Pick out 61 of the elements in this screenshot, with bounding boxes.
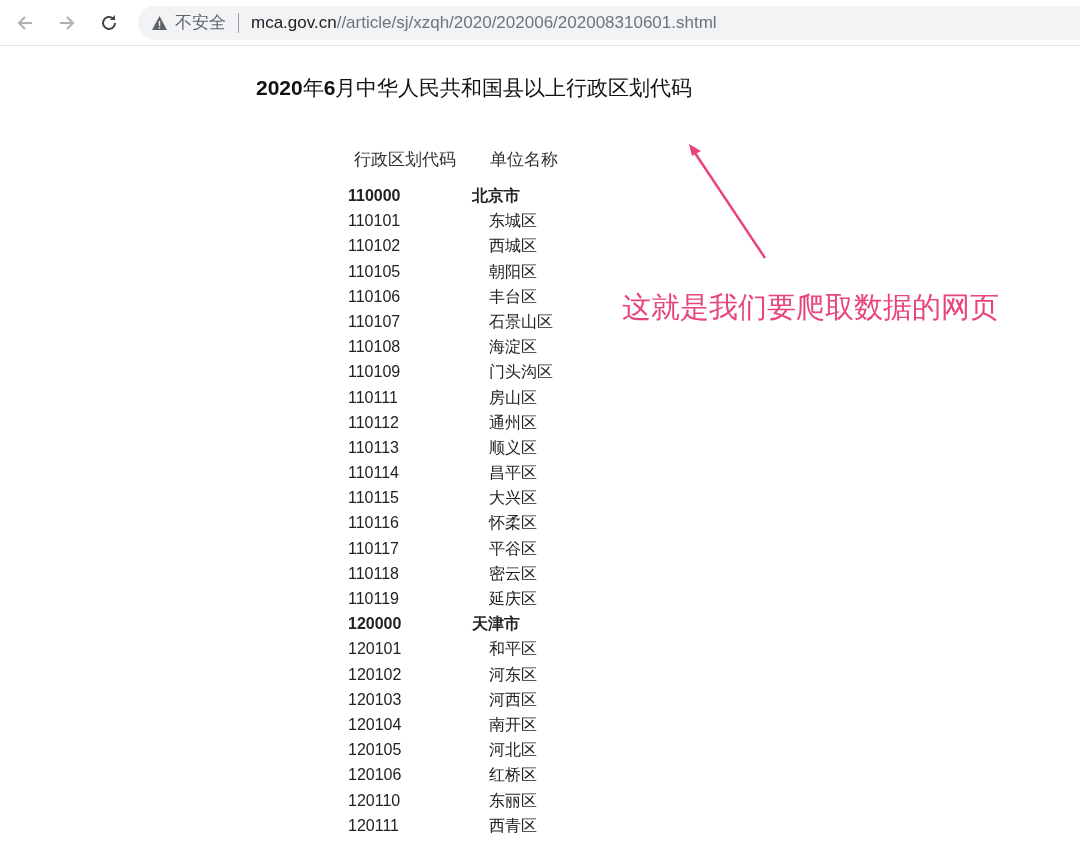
name-cell-text: 通州区 xyxy=(488,412,538,433)
code-cell-text: 110113 xyxy=(348,437,400,458)
name-cell-text: 石景山区 xyxy=(488,311,554,332)
name-cell-text: 东丽区 xyxy=(488,790,538,811)
code-cell-text: 110118 xyxy=(348,563,400,584)
name-cell-text: 密云区 xyxy=(488,563,538,584)
code-cell-text: 120106 xyxy=(348,765,403,786)
name-cell-text: 昌平区 xyxy=(488,463,538,484)
code-cell-text: 120101 xyxy=(348,639,403,660)
name-cell-text: 房山区 xyxy=(488,387,538,408)
name-cell-text: 北京市 xyxy=(472,186,521,206)
name-cell-text: 平谷区 xyxy=(488,538,538,559)
code-cell-text: 110119 xyxy=(348,589,400,609)
code-cell-text: 120103 xyxy=(348,689,403,710)
name-cell-text: 和平区 xyxy=(488,639,538,660)
page-title: 2020年6月中华人民共和国县以上行政区划代码 xyxy=(256,75,694,101)
code-cell-text: 110102 xyxy=(348,236,402,257)
code-cell-text: 120104 xyxy=(348,714,403,735)
code-cell-text: 110117 xyxy=(348,538,400,559)
code-cell-text: 110101 xyxy=(348,211,402,232)
code-cell-text: 120102 xyxy=(348,664,403,685)
name-cell-text: 海淀区 xyxy=(488,337,538,358)
name-cell-text: 延庆区 xyxy=(488,589,538,609)
code-cell-text: 120105 xyxy=(348,740,403,761)
name-cell-text: 西城区 xyxy=(488,236,538,257)
address-bar[interactable]: 不安全 mca.gov.cn//article/sj/xzqh/2020/202006/202008310601.shtml xyxy=(138,5,1080,40)
code-cell-text: 110109 xyxy=(348,362,402,383)
code-cell-text: 110114 xyxy=(348,463,400,484)
name-cell-text: 河北区 xyxy=(488,740,538,761)
code-cell-text: 120111 xyxy=(348,815,400,836)
code-cell-text: 110107 xyxy=(348,311,402,332)
code-cell-text: 110111 xyxy=(348,387,399,408)
code-cell-text: 110116 xyxy=(348,513,400,534)
annotation-text: 这就是我们要爬取数据的网页 xyxy=(622,289,999,326)
name-cell-text: 丰台区 xyxy=(488,286,538,307)
column-header: 行政区划代码 xyxy=(353,149,457,171)
code-cell-text: 120110 xyxy=(348,790,402,811)
name-cell-text: 东城区 xyxy=(488,211,538,232)
name-cell-text: 河东区 xyxy=(488,664,538,685)
name-cell-text: 南开区 xyxy=(488,714,538,735)
name-cell-text: 朝阳区 xyxy=(488,261,538,282)
url-path: //article/sj/xzqh/2020/202006/202008310601.shtml xyxy=(336,12,717,33)
name-cell-text: 天津市 xyxy=(472,614,521,635)
column-header: 单位名称 xyxy=(489,149,559,171)
url-host: mca.gov.cn xyxy=(251,12,337,33)
code-cell-text: 110106 xyxy=(348,286,402,307)
code-cell-text: 110000 xyxy=(348,186,402,206)
name-cell-text: 红桥区 xyxy=(488,765,538,786)
name-cell-text: 河西区 xyxy=(488,689,538,710)
warning-icon[interactable] xyxy=(152,15,167,30)
security-label: 不安全 xyxy=(175,12,226,34)
name-cell-text: 顺义区 xyxy=(488,437,538,458)
code-cell-text: 120000 xyxy=(348,614,403,635)
code-cell-text: 110115 xyxy=(348,488,400,509)
code-cell-text: 110105 xyxy=(348,261,402,282)
name-cell-text: 西青区 xyxy=(488,815,538,836)
code-cell-text: 110108 xyxy=(348,337,402,358)
name-cell-text: 大兴区 xyxy=(488,488,538,509)
name-cell-text: 门头沟区 xyxy=(488,362,554,383)
code-cell-text: 110112 xyxy=(348,412,400,433)
name-cell-text: 怀柔区 xyxy=(487,513,538,534)
